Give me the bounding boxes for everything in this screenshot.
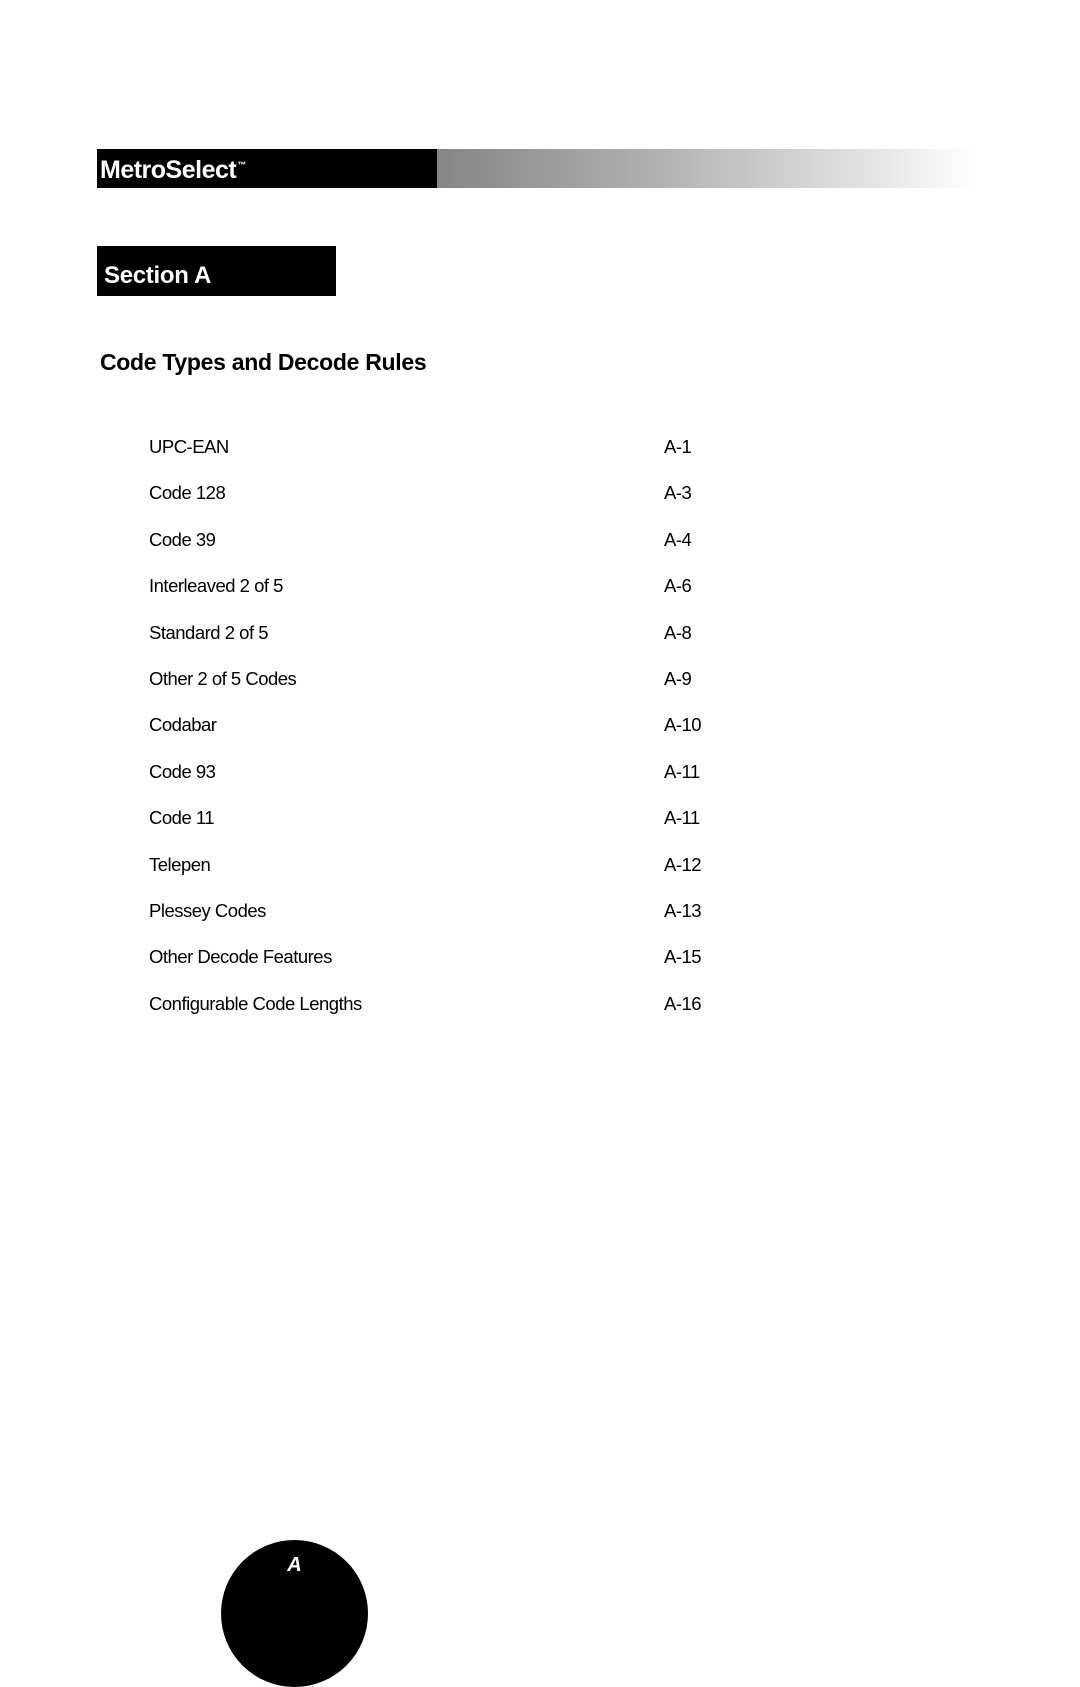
toc-item-label[interactable]: Code 39 [149, 530, 216, 550]
brand-label-block: MetroSelect ™ [97, 149, 437, 188]
toc-item[interactable]: Interleaved 2 of 5 A-6 [149, 577, 749, 623]
toc-item-label[interactable]: Telepen [149, 855, 211, 875]
toc-item-page[interactable]: A-13 [664, 901, 702, 921]
toc-item-label[interactable]: UPC-EAN [149, 437, 229, 457]
trademark-symbol: ™ [237, 159, 247, 170]
toc-item-label[interactable]: Configurable Code Lengths [149, 994, 362, 1014]
toc-item-label[interactable]: Interleaved 2 of 5 [149, 577, 283, 596]
toc-item[interactable]: Configurable Code Lengths A-16 [149, 994, 749, 1041]
toc-item-label[interactable]: Codabar [149, 716, 217, 735]
toc-item-page[interactable]: A-12 [664, 855, 702, 875]
toc-item-page[interactable]: A-6 [664, 577, 692, 596]
toc-item-page[interactable]: A-10 [664, 716, 702, 735]
section-heading-box: Section A [97, 246, 336, 296]
toc-item-page[interactable]: A-16 [664, 994, 702, 1014]
page-title: Code Types and Decode Rules [100, 349, 427, 375]
toc-item-page[interactable]: A-3 [664, 484, 692, 503]
brand-name: MetroSelect [100, 156, 237, 184]
brand-header-bar: MetroSelect ™ [97, 149, 977, 188]
section-label: Section A [104, 262, 212, 289]
toc-item-page[interactable]: A-11 [664, 809, 700, 828]
toc-item[interactable]: Plessey Codes A-13 [149, 901, 749, 948]
toc-item[interactable]: Standard 2 of 5 A-8 [149, 623, 749, 670]
toc-item[interactable]: Code 11 A-11 [149, 809, 749, 855]
toc-item[interactable]: Other 2 of 5 Codes A-9 [149, 669, 749, 716]
toc-item[interactable]: UPC-EAN A-1 [149, 437, 749, 484]
toc-item-page[interactable]: A-4 [664, 530, 692, 550]
toc-item-label[interactable]: Other 2 of 5 Codes [149, 669, 297, 689]
toc-item[interactable]: Codabar A-10 [149, 716, 749, 762]
toc-item-label[interactable]: Code 11 [149, 809, 215, 828]
toc-item-page[interactable]: A-8 [664, 623, 692, 643]
toc-item[interactable]: Code 93 A-11 [149, 762, 749, 809]
table-of-contents: UPC-EAN A-1 Code 128 A-3 Code 39 A-4 Int… [149, 437, 749, 1041]
toc-item-page[interactable]: A-9 [664, 669, 692, 689]
toc-item[interactable]: Telepen A-12 [149, 855, 749, 902]
toc-item-label[interactable]: Other Decode Features [149, 948, 332, 967]
toc-item[interactable]: Code 39 A-4 [149, 530, 749, 577]
toc-item[interactable]: Other Decode Features A-15 [149, 948, 749, 994]
toc-item-page[interactable]: A-11 [664, 762, 700, 782]
section-tab-letter: A [287, 1554, 302, 1576]
toc-item-page[interactable]: A-1 [664, 437, 692, 457]
brand-gradient-strip [437, 149, 977, 188]
toc-item[interactable]: Code 128 A-3 [149, 484, 749, 530]
toc-item-label[interactable]: Code 93 [149, 762, 216, 782]
toc-item-label[interactable]: Code 128 [149, 484, 226, 503]
toc-item-label[interactable]: Standard 2 of 5 [149, 623, 269, 643]
section-tab-marker: A [221, 1540, 368, 1687]
toc-item-page[interactable]: A-15 [664, 948, 702, 967]
toc-item-label[interactable]: Plessey Codes [149, 901, 266, 921]
